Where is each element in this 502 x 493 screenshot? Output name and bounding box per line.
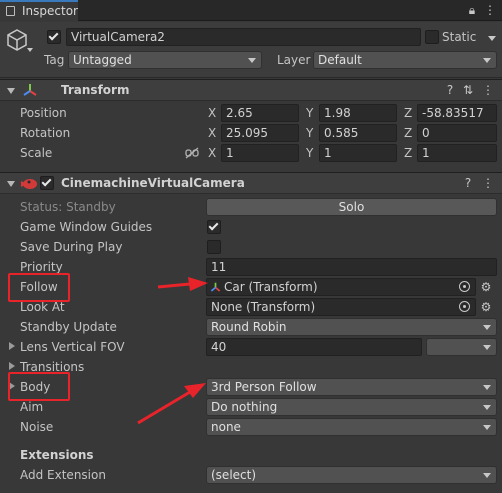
body-arrow: [137, 383, 206, 425]
annotation-arrows: [137, 277, 208, 425]
follow-arrow: [157, 277, 208, 291]
